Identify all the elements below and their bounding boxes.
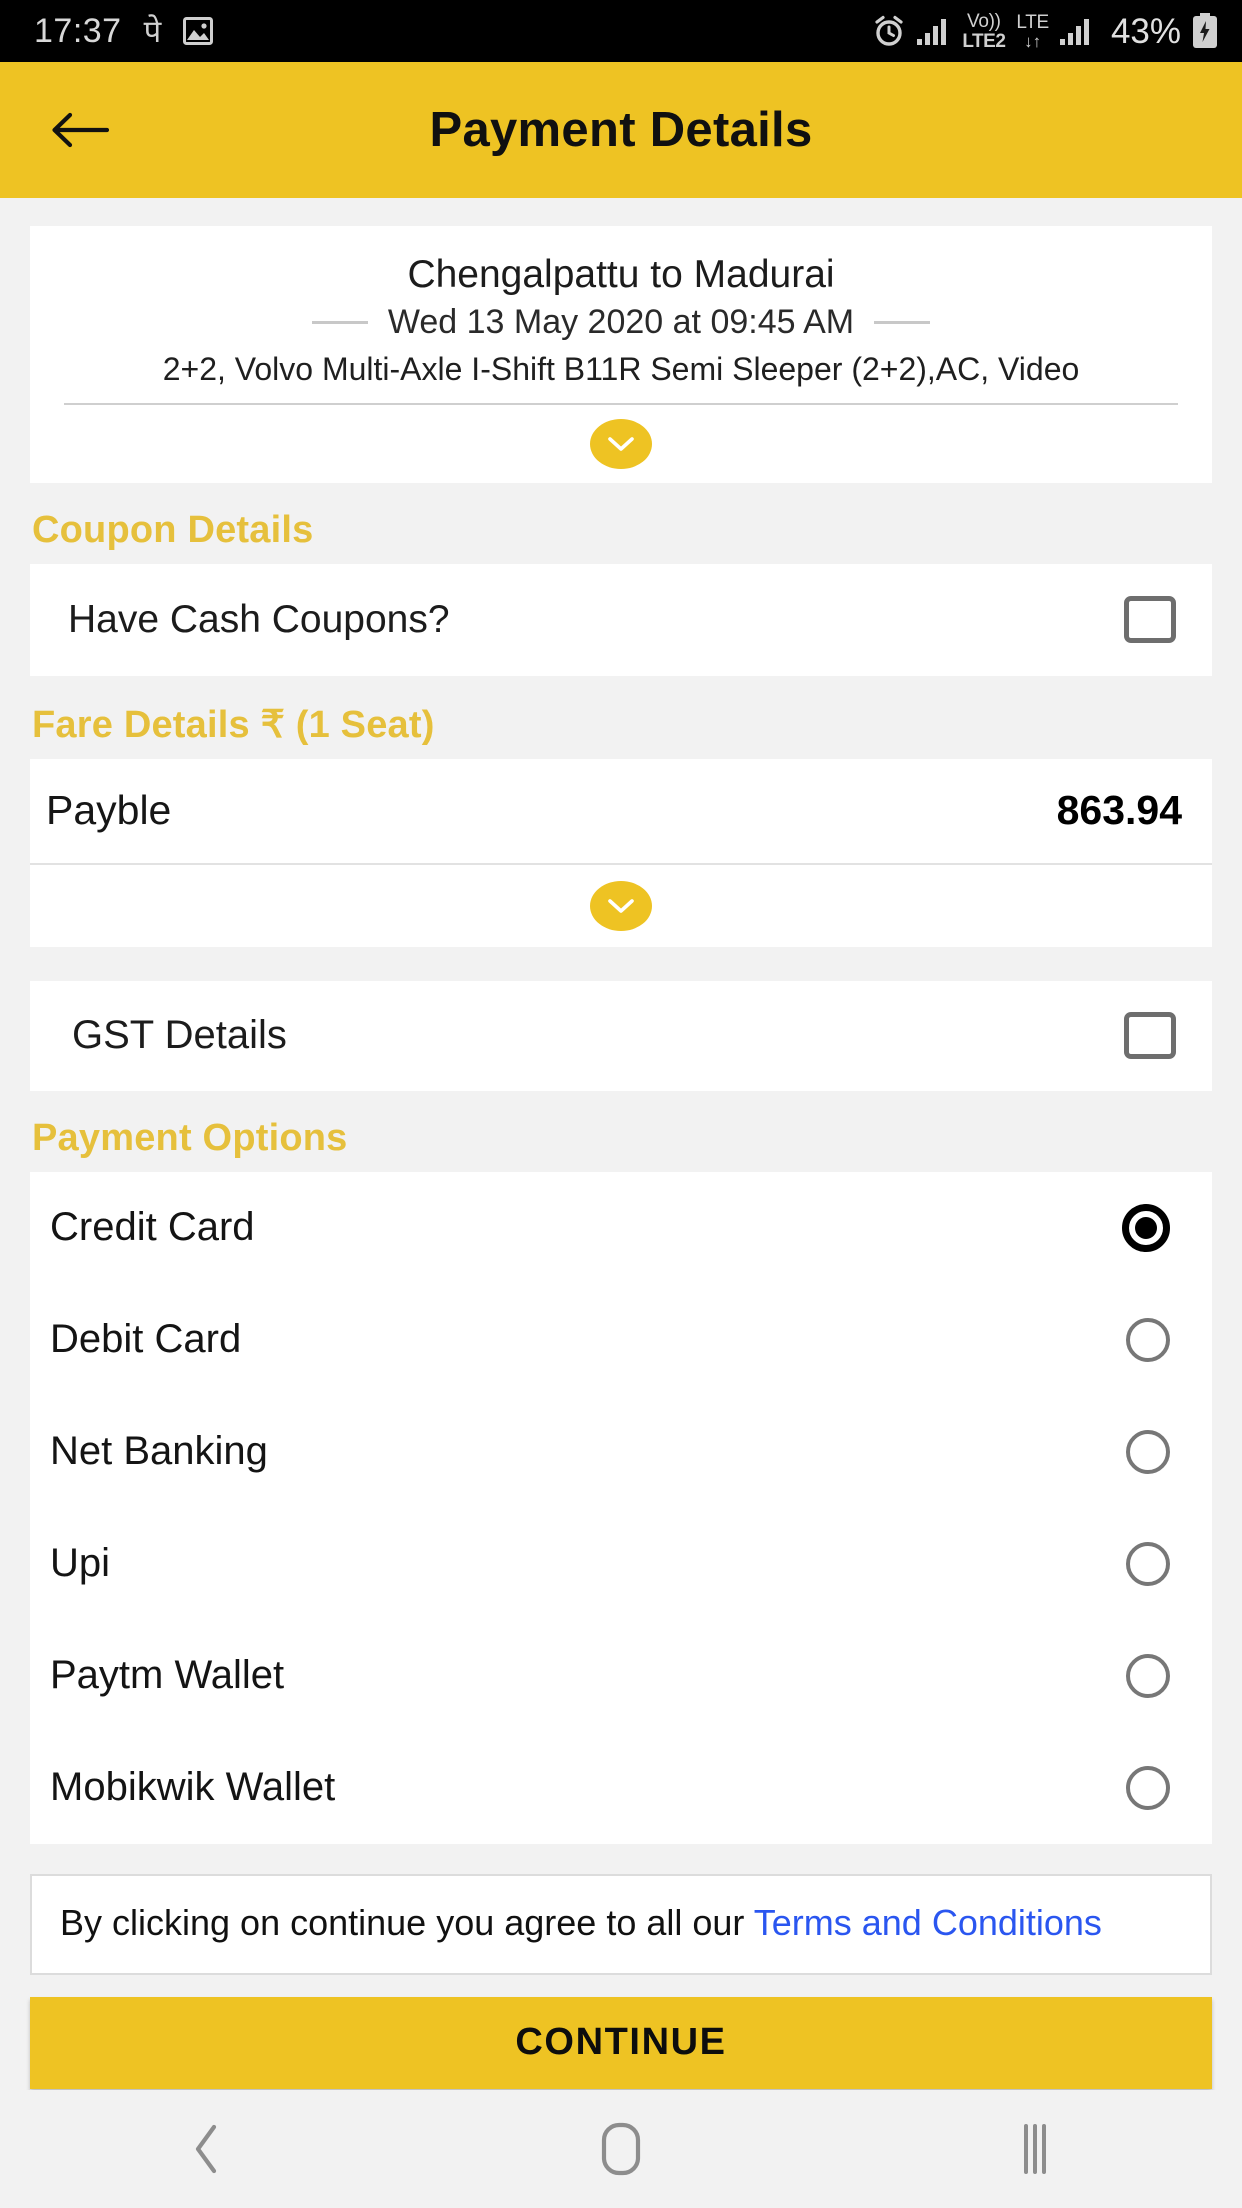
sim2-network-label: LTE ↓↑ xyxy=(1016,13,1049,50)
sim1-network-label: Vo)) LTE2 xyxy=(962,10,1006,52)
phone-screen: 17:37 पे Vo)) LTE2 LTE ↓↑ 43% Payment De… xyxy=(0,0,1242,2208)
payment-option-radio[interactable] xyxy=(1126,1541,1170,1586)
gst-card: GST Details xyxy=(30,980,1212,1091)
terms-notice-text: By clicking on continue you agree to all… xyxy=(60,1900,1182,1947)
payment-option-radio[interactable] xyxy=(1126,1765,1170,1810)
nav-back-button[interactable] xyxy=(137,2099,277,2199)
nav-recents-icon xyxy=(1024,2124,1046,2174)
lte-label: LTE xyxy=(1016,11,1049,33)
payment-option-label: Paytm Wallet xyxy=(50,1653,285,1698)
payment-option-paytm-wallet[interactable]: Paytm Wallet xyxy=(30,1620,1212,1732)
gst-row[interactable]: GST Details xyxy=(30,980,1212,1091)
coupon-row[interactable]: Have Cash Coupons? xyxy=(30,563,1212,676)
coupon-card: Have Cash Coupons? xyxy=(30,563,1212,676)
fare-payable-amount: 863.94 xyxy=(1056,787,1182,834)
battery-percent-label: 43% xyxy=(1110,11,1181,51)
fare-payable-row: Payble 863.94 xyxy=(30,759,1212,863)
journey-expander-row xyxy=(54,405,1188,483)
alarm-icon xyxy=(872,14,906,48)
back-button[interactable] xyxy=(48,98,112,162)
journey-bus-details: 2+2, Volvo Multi-Axle I-Shift B11R Semi … xyxy=(162,350,1080,387)
nav-recents-button[interactable] xyxy=(965,2099,1105,2199)
arrow-left-icon xyxy=(52,112,109,148)
payment-option-mobikwik-wallet[interactable]: Mobikwik Wallet xyxy=(30,1732,1212,1844)
android-navigation-bar xyxy=(0,2090,1242,2208)
journey-route: Chengalpattu to Madurai xyxy=(407,253,835,296)
continue-button-label: CONTINUE xyxy=(515,2021,727,2064)
signal-bars-sim2-icon xyxy=(1059,17,1094,45)
payment-option-label: Credit Card xyxy=(50,1205,255,1250)
gst-label: GST Details xyxy=(72,1013,287,1058)
payment-option-label: Net Banking xyxy=(50,1429,268,1474)
payment-options-card: Credit Card Debit Card Net Banking Upi P… xyxy=(30,1171,1212,1844)
fare-expander-row xyxy=(30,865,1212,947)
payment-option-credit-card[interactable]: Credit Card xyxy=(30,1172,1212,1284)
gst-checkbox[interactable] xyxy=(1124,1012,1176,1060)
payment-option-label: Upi xyxy=(50,1541,111,1586)
payment-option-net-banking[interactable]: Net Banking xyxy=(30,1396,1212,1508)
terms-prefix-text: By clicking on continue you agree to all… xyxy=(60,1901,754,1943)
payment-option-label: Debit Card xyxy=(50,1317,242,1362)
payment-app-glyph: पे xyxy=(143,13,162,49)
fare-expand-button[interactable] xyxy=(590,880,652,931)
volte-label: Vo)) xyxy=(967,10,1001,32)
divider-dash-right xyxy=(874,320,931,324)
continue-button[interactable]: CONTINUE xyxy=(30,1996,1212,2089)
payment-option-upi[interactable]: Upi xyxy=(30,1508,1212,1620)
coupon-section-title: Coupon Details xyxy=(32,508,314,551)
main-content: Chengalpattu to Madurai Wed 13 May 2020 … xyxy=(0,198,1242,2090)
journey-datetime: Wed 13 May 2020 at 09:45 AM xyxy=(387,303,855,342)
radio-dot xyxy=(1135,1216,1157,1239)
coupon-checkbox[interactable] xyxy=(1124,596,1176,644)
status-bar-right: Vo)) LTE2 LTE ↓↑ 43% xyxy=(872,12,1218,51)
payment-option-radio[interactable] xyxy=(1126,1653,1170,1698)
payment-option-debit-card[interactable]: Debit Card xyxy=(30,1284,1212,1396)
divider-dash-left xyxy=(311,320,368,324)
data-transfer-arrows-icon: ↓↑ xyxy=(1024,31,1042,51)
nav-back-icon xyxy=(195,2124,217,2174)
payment-option-radio[interactable] xyxy=(1126,1317,1170,1362)
coupon-label: Have Cash Coupons? xyxy=(68,597,450,641)
page-title: Payment Details xyxy=(429,103,813,157)
battery-charging-icon xyxy=(1192,13,1218,49)
status-bar-left: 17:37 पे xyxy=(34,12,214,50)
payment-option-radio[interactable] xyxy=(1122,1203,1170,1252)
journey-expand-button[interactable] xyxy=(590,418,652,469)
nav-home-button[interactable] xyxy=(551,2099,691,2199)
payment-option-label: Mobikwik Wallet xyxy=(50,1765,336,1810)
status-bar: 17:37 पे Vo)) LTE2 LTE ↓↑ 43% xyxy=(0,0,1242,62)
fare-card: Payble 863.94 xyxy=(30,758,1212,947)
signal-bars-sim1-icon xyxy=(917,17,951,45)
payment-option-radio[interactable] xyxy=(1126,1429,1170,1474)
status-time: 17:37 xyxy=(34,12,122,50)
journey-summary-card: Chengalpattu to Madurai Wed 13 May 2020 … xyxy=(30,226,1212,483)
terms-and-conditions-link[interactable]: Terms and Conditions xyxy=(754,1902,1102,1943)
image-icon xyxy=(183,17,214,45)
payment-options-section-title: Payment Options xyxy=(32,1116,348,1159)
fare-payable-label: Payble xyxy=(46,787,172,834)
journey-datetime-row: Wed 13 May 2020 at 09:45 AM xyxy=(54,302,1188,343)
terms-notice-card: By clicking on continue you agree to all… xyxy=(30,1873,1212,1975)
nav-home-icon xyxy=(601,2122,641,2176)
chevron-down-icon xyxy=(608,899,634,913)
lte2-label: LTE2 xyxy=(962,30,1006,52)
chevron-down-icon xyxy=(608,437,634,451)
fare-section-title: Fare Details ₹ (1 Seat) xyxy=(32,703,435,746)
app-header: Payment Details xyxy=(0,62,1242,198)
